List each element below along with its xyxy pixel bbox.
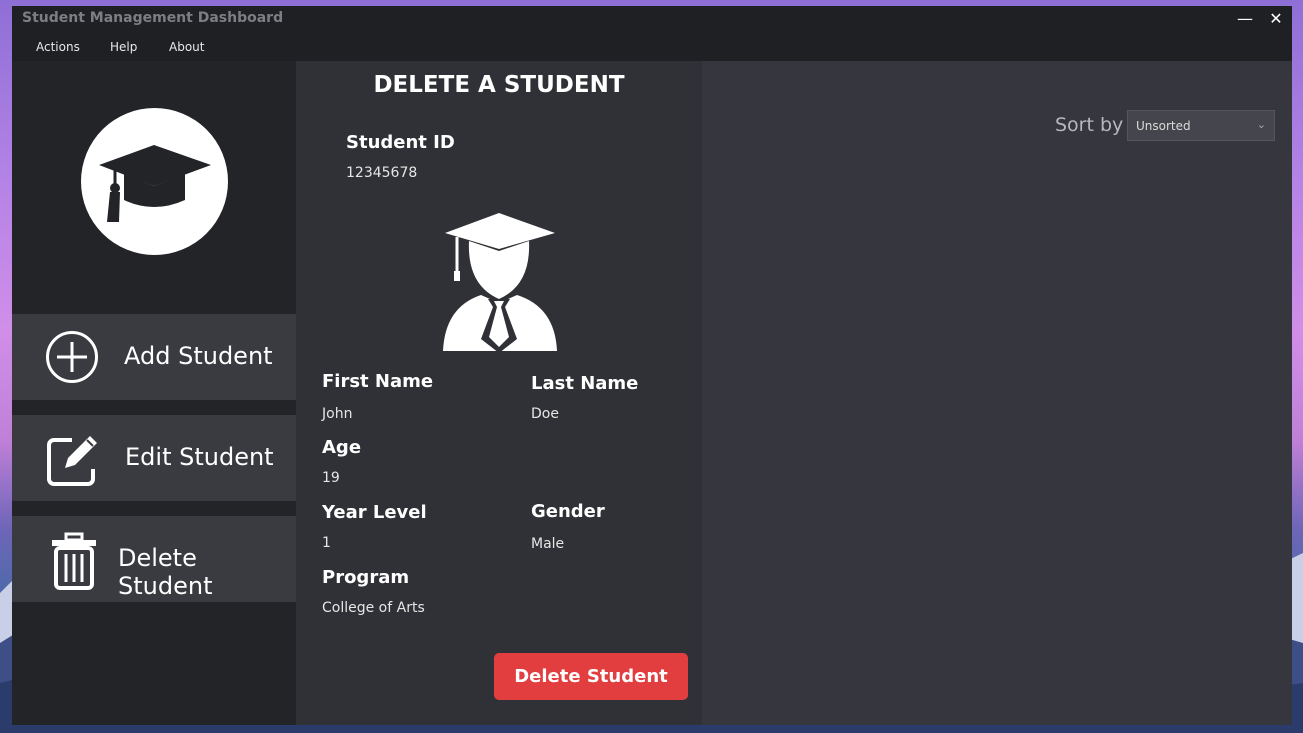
first-name-value: John <box>322 406 353 422</box>
student-id-label: Student ID <box>346 132 455 153</box>
sidebar-item-label: Add Student <box>124 342 273 370</box>
gender-label: Gender <box>531 501 605 522</box>
title-bar: Student Management Dashboard — ✕ <box>12 6 1292 33</box>
student-id-value: 12345678 <box>346 165 418 181</box>
delete-student-button[interactable]: Delete Student <box>494 653 688 700</box>
sort-by-label: Sort by <box>1055 114 1124 136</box>
year-level-label: Year Level <box>322 502 427 523</box>
menu-help[interactable]: Help <box>110 40 137 54</box>
last-name-label: Last Name <box>531 373 639 394</box>
gender-value: Male <box>531 536 565 552</box>
app-window: Student Management Dashboard — ✕ Actions… <box>12 6 1292 725</box>
year-level-value: 1 <box>322 535 331 551</box>
logo <box>81 108 228 255</box>
last-name-value: Doe <box>531 406 559 422</box>
program-value: College of Arts <box>322 600 425 616</box>
sort-select[interactable]: Unsorted ⌄ <box>1127 110 1275 141</box>
menu-bar: Actions Help About <box>12 33 1292 61</box>
sidebar-item-delete-student[interactable]: Delete Student <box>12 516 296 602</box>
graduate-avatar-icon <box>441 211 559 360</box>
edit-icon <box>46 431 102 491</box>
window-title: Student Management Dashboard <box>22 10 284 26</box>
sidebar-item-label: Delete Student <box>118 544 213 600</box>
age-value: 19 <box>322 470 340 486</box>
sidebar-item-label: Edit Student <box>125 443 274 471</box>
minimize-button[interactable]: — <box>1231 8 1259 30</box>
page-title: DELETE A STUDENT <box>373 72 625 98</box>
sidebar-item-edit-student[interactable]: Edit Student <box>12 415 296 501</box>
chevron-down-icon: ⌄ <box>1256 118 1266 131</box>
first-name-label: First Name <box>322 371 434 392</box>
sidebar-item-add-student[interactable]: Add Student <box>12 314 296 400</box>
age-label: Age <box>322 437 362 458</box>
graduation-cap-icon <box>99 145 211 222</box>
menu-actions[interactable]: Actions <box>36 40 80 54</box>
trash-icon <box>51 532 97 594</box>
sidebar: Add Student Edit Student Delete Student <box>12 61 296 725</box>
plus-circle-icon <box>45 330 99 388</box>
student-list-panel: Sort by Unsorted ⌄ <box>702 61 1292 725</box>
menu-about[interactable]: About <box>169 40 204 54</box>
close-button[interactable]: ✕ <box>1262 8 1290 30</box>
program-label: Program <box>322 567 410 588</box>
delete-student-panel: DELETE A STUDENT Student ID 12345678 Fir… <box>296 61 702 725</box>
sort-selected-value: Unsorted <box>1136 119 1191 133</box>
